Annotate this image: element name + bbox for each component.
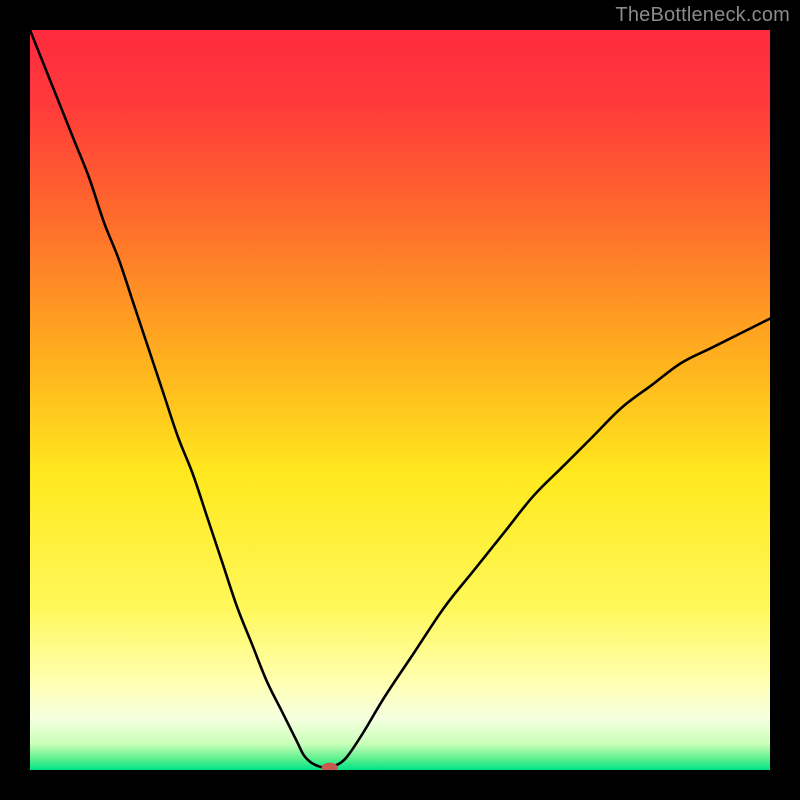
gradient-background — [30, 30, 770, 770]
watermark-label: TheBottleneck.com — [615, 4, 790, 27]
chart-frame: TheBottleneck.com — [0, 0, 800, 800]
bottleneck-chart — [30, 30, 770, 770]
